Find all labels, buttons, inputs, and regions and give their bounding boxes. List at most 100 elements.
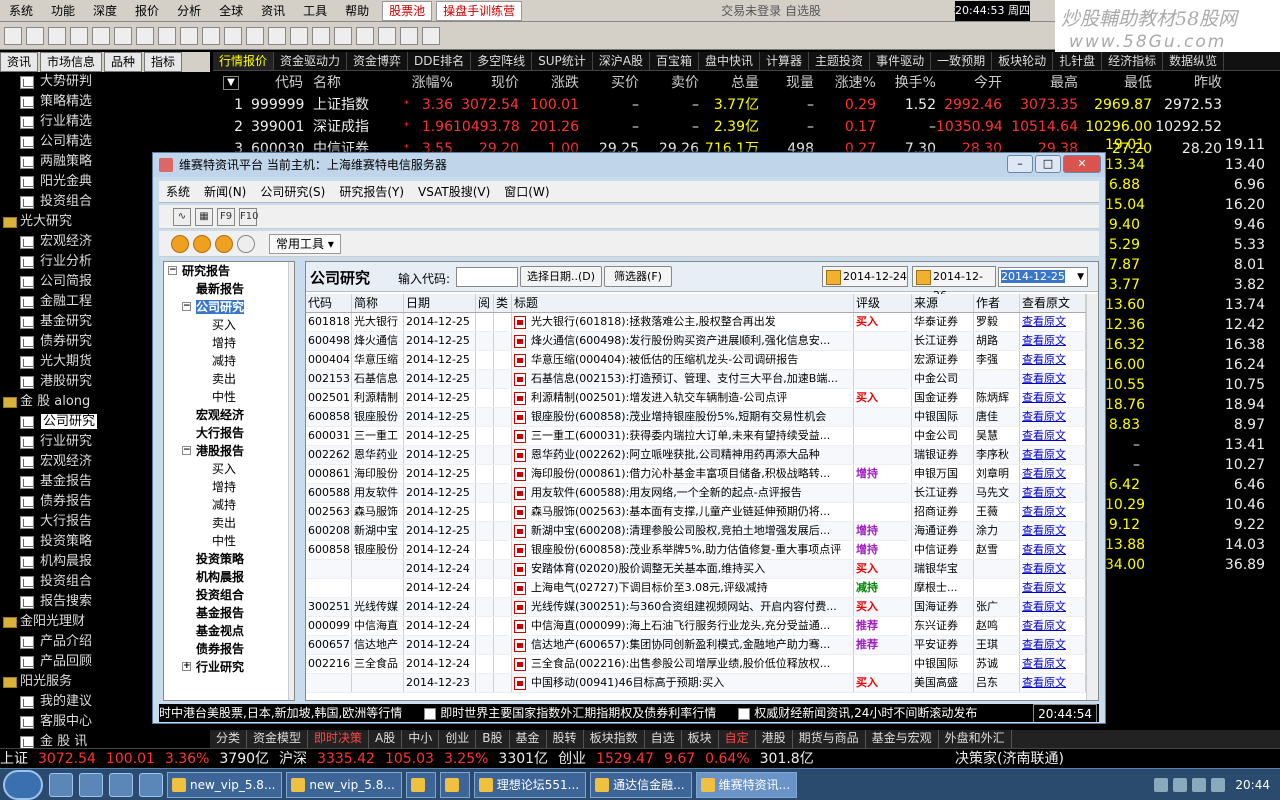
view-original-link[interactable]: 查看原文 xyxy=(1020,313,1086,331)
bottom-tab[interactable]: 自选 xyxy=(645,730,682,748)
menu-item[interactable]: 报价 xyxy=(126,0,168,22)
f10-icon[interactable] xyxy=(224,26,242,45)
table-row[interactable]: 000404 华意压缩 2014-12-25 华意压缩(000404):被低估的压缩机… xyxy=(306,351,1086,370)
taskbar-button[interactable] xyxy=(405,771,436,798)
vsat-menu-item[interactable]: 公司研究(S) xyxy=(253,183,332,200)
sidebar-item[interactable]: 公司精选 xyxy=(0,132,210,152)
list-icon[interactable] xyxy=(114,26,132,45)
market-tab[interactable]: 行情报价 xyxy=(213,52,275,70)
tree-node[interactable]: 卖出 xyxy=(164,514,294,532)
quote-header-cell[interactable]: 卖价 xyxy=(639,72,699,94)
table-row[interactable]: 600588 用友软件 2014-12-25 用友软件(600588):用友网络,一个… xyxy=(306,484,1086,503)
market-tab[interactable]: SUP统计 xyxy=(532,52,593,70)
left-tab[interactable]: 资讯 xyxy=(0,52,39,72)
date-next-button[interactable]: 2014-12-26 xyxy=(912,266,996,302)
view-original-link[interactable]: 查看原文 xyxy=(1020,427,1086,445)
report-title-cell[interactable]: 中国移动(00941)46目标高于预期:买入 xyxy=(512,674,854,692)
view-original-link[interactable]: 查看原文 xyxy=(1020,655,1086,673)
quote-row-partial[interactable]: 8.83 8.97 xyxy=(1105,415,1280,435)
report-title-cell[interactable]: 利源精制(002501):增发进入轨交车辆制造-公司点评 xyxy=(512,389,854,407)
quote-row-partial[interactable]: 7.87 8.01 xyxy=(1105,255,1280,275)
report-title-cell[interactable]: 石基信息(002153):打造预订、管理、支付三大平台,加速B端... xyxy=(512,370,854,388)
quote-row-partial[interactable]: 13.60 13.74 xyxy=(1105,295,1280,315)
back-icon[interactable] xyxy=(26,26,44,45)
forward-icon[interactable] xyxy=(48,26,66,45)
taskbar-button[interactable] xyxy=(439,771,470,798)
table-row[interactable]: 2014-12-24 安踏体育(02020)股价调整无关基本面,维持买入 买入 瑞银华… xyxy=(306,560,1086,579)
tree-node[interactable]: 减持 xyxy=(164,496,294,514)
start-button[interactable] xyxy=(3,769,43,800)
bottom-tab[interactable]: 自定 xyxy=(719,730,756,748)
quote-row-partial[interactable]: 18.76 18.94 xyxy=(1105,395,1280,415)
table-row[interactable]: 2014-12-24 上海电气(02727)下调目标价至3.08元,评级减持 减持摩… xyxy=(306,579,1086,598)
report-title-cell[interactable]: 上海电气(02727)下调目标价至3.08元,评级减持 xyxy=(512,579,854,597)
tree-node[interactable]: 宏观经济 xyxy=(164,406,294,424)
grid-icon[interactable]: ▦ xyxy=(195,207,213,226)
sidebar-item[interactable]: 策略精选 xyxy=(0,92,210,112)
report-title-cell[interactable]: 光大银行(601818):拯救落难公主,股权整合再出发 xyxy=(512,313,854,331)
window2-icon[interactable] xyxy=(378,26,396,45)
tree-node[interactable]: 最新报告 xyxy=(164,280,294,298)
menu-item[interactable]: 功能 xyxy=(42,0,84,22)
market-tab[interactable]: 事件驱动 xyxy=(870,52,932,70)
view-original-link[interactable]: 查看原文 xyxy=(1020,617,1086,635)
down-icon[interactable] xyxy=(92,26,110,45)
tree-node[interactable]: 中性 xyxy=(164,532,294,550)
market-tab[interactable]: 百宝箱 xyxy=(650,52,700,70)
gear-icon[interactable] xyxy=(422,26,440,45)
back-icon[interactable] xyxy=(171,234,189,253)
report-title-cell[interactable]: 恩华药业(002262):阿立哌唑获批,公司精神用药再添大品种 xyxy=(512,446,854,464)
collapse-icon[interactable]: − xyxy=(182,446,191,455)
view-original-link[interactable]: 查看原文 xyxy=(1020,484,1086,502)
bottom-tab[interactable]: 中小 xyxy=(402,730,440,748)
quote-header-cell[interactable]: 涨幅% xyxy=(398,72,453,94)
shield-icon[interactable] xyxy=(1192,777,1207,792)
table-row[interactable]: 600657 信达地产 2014-12-24 信达地产(600657):集团协同创新盈… xyxy=(306,636,1086,655)
market-tab[interactable]: 板块轮动 xyxy=(992,52,1054,70)
quote-header-cell[interactable]: 涨速% xyxy=(814,72,876,94)
left-tab[interactable]: 指标 xyxy=(144,52,183,72)
view-original-link[interactable]: 查看原文 xyxy=(1020,598,1086,616)
quote-header-cell[interactable]: 买价 xyxy=(579,72,639,94)
quote-header-cell[interactable]: 名称 xyxy=(313,72,391,94)
menu-item[interactable]: 资讯 xyxy=(252,0,294,22)
home-icon[interactable] xyxy=(237,234,255,253)
expand-icon[interactable]: + xyxy=(182,662,191,671)
stop-icon[interactable] xyxy=(215,234,233,253)
maximize-button[interactable]: □ xyxy=(1035,155,1061,173)
sidebar-item[interactable]: 大势研判 xyxy=(0,72,210,92)
sidebar-item[interactable]: 行业精选 xyxy=(0,112,210,132)
taskbar-button[interactable]: 通达信金融... xyxy=(590,771,692,798)
market-tab[interactable]: 扎针盘 xyxy=(1053,52,1103,70)
table-row[interactable]: 002153 石基信息 2014-12-25 石基信息(002153):打造预订、管理… xyxy=(306,370,1086,389)
quote-row-partial[interactable]: 6.88 6.96 xyxy=(1105,175,1280,195)
market-tab[interactable]: 经济指标 xyxy=(1102,52,1164,70)
report-title-cell[interactable]: 用友软件(600588):用友网络,一个全新的起点-点评报告 xyxy=(512,484,854,502)
close-button[interactable]: ✕ xyxy=(1063,155,1101,173)
table-row[interactable]: 000099 中信海直 2014-12-24 中信海直(000099):海上石油飞行服… xyxy=(306,617,1086,636)
vsat-menu-item[interactable]: 研究报告(Y) xyxy=(332,183,411,200)
network-icon[interactable] xyxy=(1154,777,1169,792)
tree-node[interactable]: 增持 xyxy=(164,478,294,496)
menu-item[interactable]: 帮助 xyxy=(336,0,378,22)
report-title-cell[interactable]: 三一重工(600031):获得委内瑞拉大订单,未来有望持续受益... xyxy=(512,427,854,445)
tree-node[interactable]: − 港股报告 xyxy=(164,442,294,460)
quote-header-cell[interactable]: 现价 xyxy=(453,72,519,94)
report-title-cell[interactable]: 森马服饰(002563):基本面有支撑,儿童产业链延伸预期仍将... xyxy=(512,503,854,521)
tree-node[interactable]: 买入 xyxy=(164,460,294,478)
candle-icon[interactable] xyxy=(158,26,176,45)
tree-node[interactable]: − 公司研究 xyxy=(164,298,294,316)
market-tab[interactable]: 资金驱动力 xyxy=(274,52,348,70)
view-original-link[interactable]: 查看原文 xyxy=(1020,636,1086,654)
bottom-tab[interactable]: B股 xyxy=(476,730,510,748)
view-original-link[interactable]: 查看原文 xyxy=(1020,370,1086,388)
taskbar-button[interactable]: 理想论坛551... xyxy=(473,771,587,798)
quote-row-partial[interactable]: 10.29 10.46 xyxy=(1105,495,1280,515)
market-tab[interactable]: DDE排名 xyxy=(408,52,472,70)
flag-icon[interactable] xyxy=(1211,777,1226,792)
table-header-cell[interactable]: 类 xyxy=(494,294,512,312)
tree-node[interactable]: 中性 xyxy=(164,388,294,406)
bottom-tab[interactable]: 板块 xyxy=(682,730,719,748)
chrome-icon[interactable] xyxy=(79,772,103,797)
quote-row-partial[interactable]: 9.12 9.22 xyxy=(1105,515,1280,535)
